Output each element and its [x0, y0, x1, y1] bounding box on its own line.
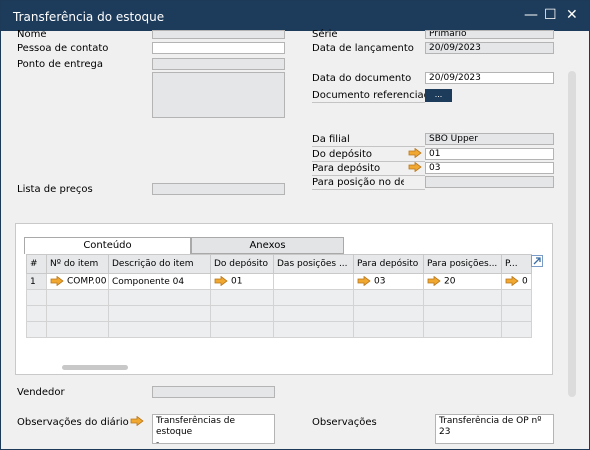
- p-cell[interactable]: 0: [501, 273, 532, 290]
- expand-table-icon[interactable]: [531, 255, 543, 267]
- table-row[interactable]: [26, 305, 532, 322]
- ponto-entrega-label: Ponto de entrega: [17, 59, 103, 70]
- close-button[interactable]: ✕: [566, 7, 578, 23]
- obs-diario-field[interactable]: Transferências de estoque -: [152, 414, 275, 444]
- documento-referenciado-label: Documento referenciado: [312, 90, 437, 101]
- column-header[interactable]: #: [26, 254, 47, 274]
- para-deposito-label: Para depósito: [312, 163, 381, 174]
- from-bins-cell[interactable]: [273, 273, 354, 290]
- to-warehouse-cell[interactable]: 03: [353, 273, 424, 290]
- tab-anexos[interactable]: Anexos: [191, 237, 344, 254]
- pessoa-contato-label: Pessoa de contato: [17, 43, 109, 54]
- para-posicao-field[interactable]: [425, 176, 554, 188]
- data-lancamento-field[interactable]: 20/09/2023: [425, 42, 554, 54]
- to-warehouse-arrow-icon[interactable]: [357, 276, 371, 286]
- do-deposito-label: Do depósito: [312, 149, 372, 160]
- p-text: 0: [522, 276, 528, 287]
- to-bins-text: 20: [444, 276, 456, 287]
- para-deposito-link-arrow-icon[interactable]: [408, 162, 422, 172]
- column-header[interactable]: Nº do item: [46, 254, 109, 274]
- item-number-text: COMP.00: [67, 276, 107, 287]
- data-lancamento-label: Data de lançamento: [312, 43, 414, 54]
- pessoa-contato-field[interactable]: [152, 42, 285, 54]
- data-documento-label: Data do documento: [312, 73, 412, 84]
- tab-conteudo[interactable]: Conteúdo: [24, 237, 191, 254]
- table-header-row: # Nº do item Descrição do item Do depósi…: [26, 254, 532, 274]
- from-warehouse-text: 01: [231, 276, 243, 287]
- column-header[interactable]: Das posições ...: [273, 254, 354, 274]
- do-deposito-field[interactable]: 01: [425, 148, 554, 160]
- column-header[interactable]: Descrição do item: [108, 254, 211, 274]
- table-row[interactable]: [26, 289, 532, 306]
- table-row[interactable]: 1 COMP.00 Componente 04 01 03 20 0: [26, 273, 532, 290]
- para-deposito-underline: [312, 175, 425, 176]
- do-deposito-link-arrow-icon[interactable]: [408, 148, 422, 158]
- p-arrow-icon[interactable]: [505, 276, 519, 286]
- item-number-cell[interactable]: COMP.00: [46, 273, 109, 290]
- obs-diario-arrow-icon[interactable]: [130, 416, 144, 426]
- to-bins-arrow-icon[interactable]: [427, 276, 441, 286]
- observacoes-label: Observações: [312, 417, 377, 428]
- table-row[interactable]: [26, 321, 532, 338]
- vendedor-field[interactable]: [152, 386, 275, 398]
- items-table: # Nº do item Descrição do item Do depósi…: [26, 254, 532, 338]
- column-header[interactable]: Para depósito: [353, 254, 424, 274]
- column-header[interactable]: Do depósito: [210, 254, 274, 274]
- serie-field[interactable]: Primário: [425, 30, 554, 39]
- minimize-button[interactable]: —: [524, 7, 538, 23]
- item-link-arrow-icon[interactable]: [50, 276, 64, 286]
- to-warehouse-text: 03: [374, 276, 386, 287]
- from-warehouse-arrow-icon[interactable]: [214, 276, 228, 286]
- column-header[interactable]: P...: [501, 254, 532, 274]
- to-bins-cell[interactable]: 20: [423, 273, 502, 290]
- lista-precos-label: Lista de preços: [17, 184, 93, 195]
- serie-label: Série: [312, 29, 338, 40]
- description-cell[interactable]: Componente 04: [108, 273, 211, 290]
- data-documento-field[interactable]: 20/09/2023: [425, 72, 554, 84]
- lista-precos-field[interactable]: [152, 183, 285, 195]
- para-posicao-label: Para posição no dep: [312, 177, 404, 188]
- window-title: Transferência do estoque: [13, 10, 165, 24]
- horizontal-scrollbar[interactable]: [62, 365, 128, 370]
- ponto-entrega-address[interactable]: [152, 72, 285, 118]
- column-header[interactable]: Para posições...: [423, 254, 502, 274]
- title-bar: Transferência do estoque — ☐ ✕: [1, 1, 589, 31]
- observacoes-field[interactable]: Transferência de OP nº 23: [435, 414, 554, 444]
- vendedor-label: Vendedor: [17, 387, 65, 398]
- vertical-scrollbar[interactable]: [568, 71, 576, 397]
- nome-field[interactable]: [152, 30, 285, 39]
- para-deposito-field[interactable]: 03: [425, 162, 554, 174]
- obs-diario-label: Observações do diário: [17, 417, 129, 428]
- nome-label: Nome: [17, 29, 47, 40]
- documento-referenciado-button[interactable]: ...: [425, 89, 452, 102]
- doc-ref-underline: [312, 102, 425, 103]
- from-warehouse-cell[interactable]: 01: [210, 273, 274, 290]
- transfer-window: Transferência do estoque — ☐ ✕ Nome Pess…: [0, 0, 590, 450]
- row-number[interactable]: 1: [26, 273, 47, 290]
- filial-field[interactable]: SBO Upper: [425, 133, 554, 145]
- ponto-entrega-field[interactable]: [152, 58, 285, 70]
- para-posicao-underline: [312, 189, 425, 190]
- maximize-button[interactable]: ☐: [544, 7, 557, 23]
- filial-underline: [312, 146, 425, 147]
- filial-label: Da filial: [312, 134, 350, 145]
